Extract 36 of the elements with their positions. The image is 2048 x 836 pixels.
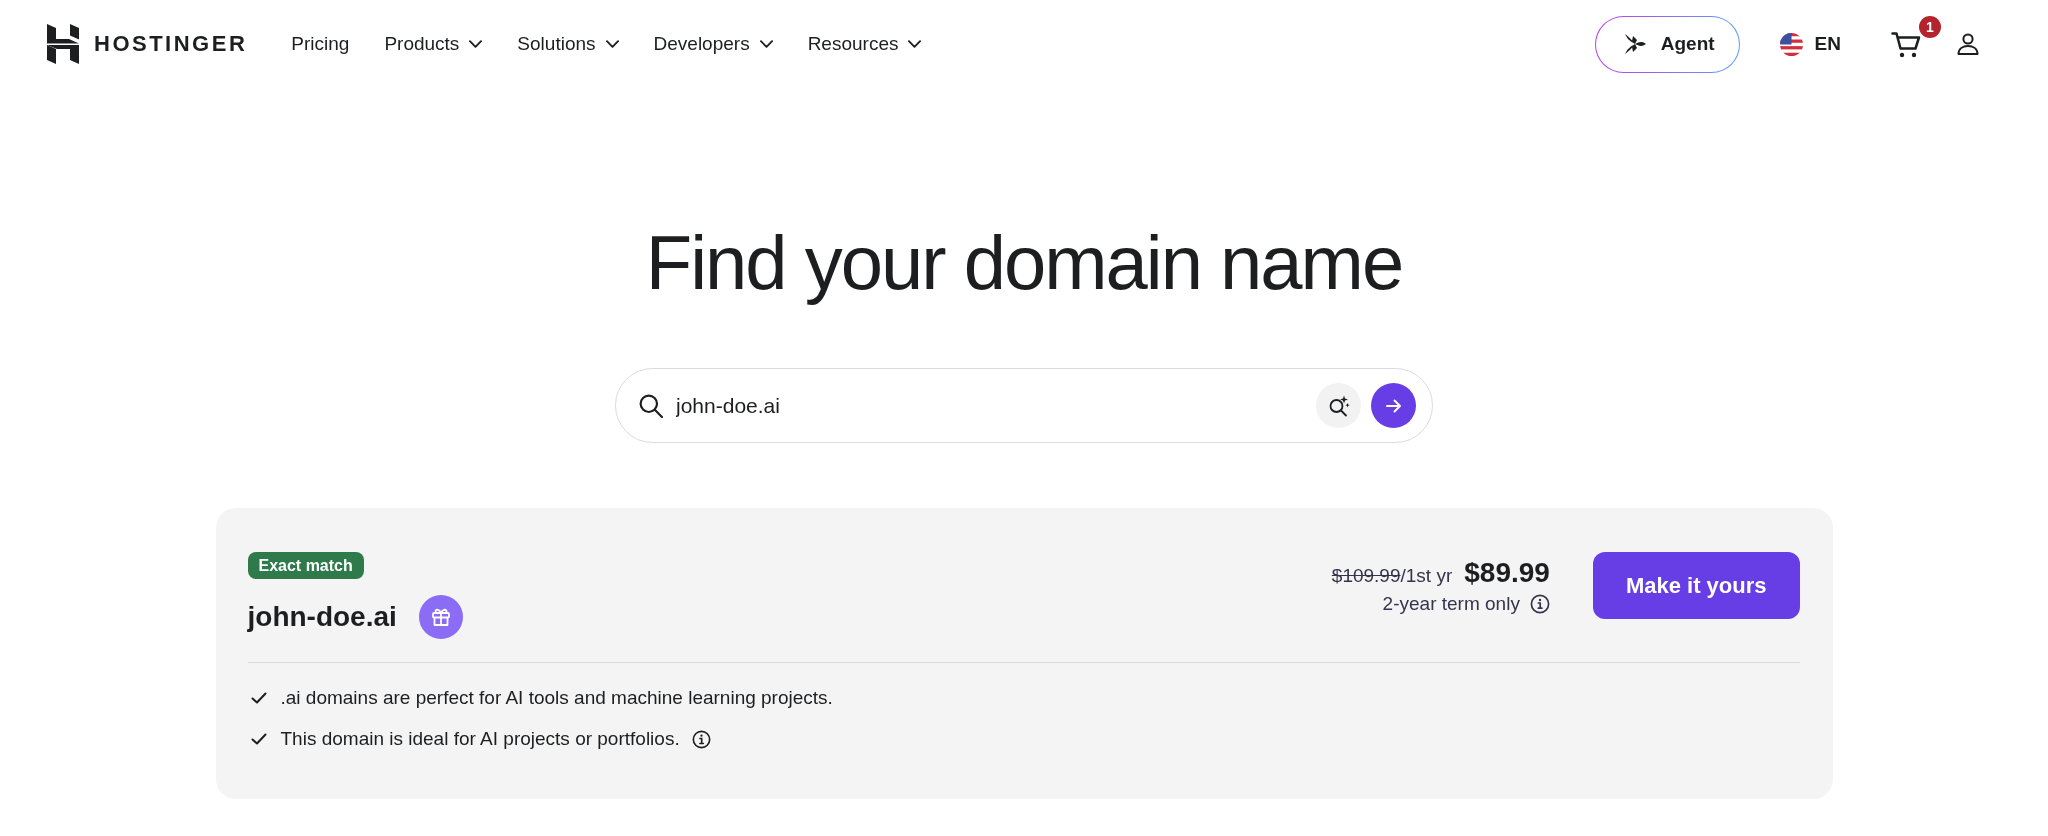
nav-item[interactable]: Products xyxy=(384,29,483,59)
old-price: $109.99 xyxy=(1331,564,1401,587)
flag-icon xyxy=(1779,32,1803,56)
gift-icon xyxy=(418,595,463,639)
price: $89.99 xyxy=(1464,555,1550,590)
exact-match-badge: Exact match xyxy=(247,552,364,579)
logo-icon[interactable] xyxy=(47,24,79,64)
nav-item[interactable]: Pricing xyxy=(291,29,350,59)
logo-text[interactable]: HOSTINGER xyxy=(94,31,248,57)
search-field[interactable]: john-doe.ai xyxy=(615,368,1433,443)
search-input[interactable]: john-doe.ai xyxy=(676,393,1316,418)
nav-item[interactable]: Resources xyxy=(807,29,922,59)
page-title: Find your domain name xyxy=(644,219,1404,307)
make-it-yours-button[interactable]: Make it yours xyxy=(1592,552,1800,619)
ai-search-button[interactable] xyxy=(1316,383,1361,428)
pinwheel-icon xyxy=(1622,31,1647,57)
arrow-right-icon xyxy=(1385,398,1402,413)
price-period: /1st yr xyxy=(1400,564,1453,587)
domain-name: john-doe.ai xyxy=(247,601,397,633)
language-button[interactable]: EN xyxy=(1779,32,1841,56)
nav-item[interactable]: Solutions xyxy=(517,29,619,59)
info-icon[interactable] xyxy=(1529,593,1550,614)
user-icon[interactable] xyxy=(1957,33,1979,55)
cart-icon[interactable] xyxy=(1891,30,1921,58)
check-icon xyxy=(250,692,267,704)
check-icon xyxy=(250,733,267,745)
search-icon xyxy=(639,393,663,418)
search-submit-button[interactable] xyxy=(1371,383,1416,428)
nav-item[interactable]: Developers xyxy=(653,29,773,59)
cart-count-badge: 1 xyxy=(1919,15,1941,38)
agent-button[interactable]: Agent xyxy=(1594,15,1740,73)
feature-text: This domain is ideal for AI projects or portfolios. xyxy=(280,727,680,751)
info-icon[interactable] xyxy=(691,729,711,749)
sparkle-search-icon xyxy=(1327,394,1350,417)
term-note: 2-year term only xyxy=(1382,591,1520,616)
feature-text: .ai domains are perfect for AI tools and machine learning projects. xyxy=(280,686,833,710)
